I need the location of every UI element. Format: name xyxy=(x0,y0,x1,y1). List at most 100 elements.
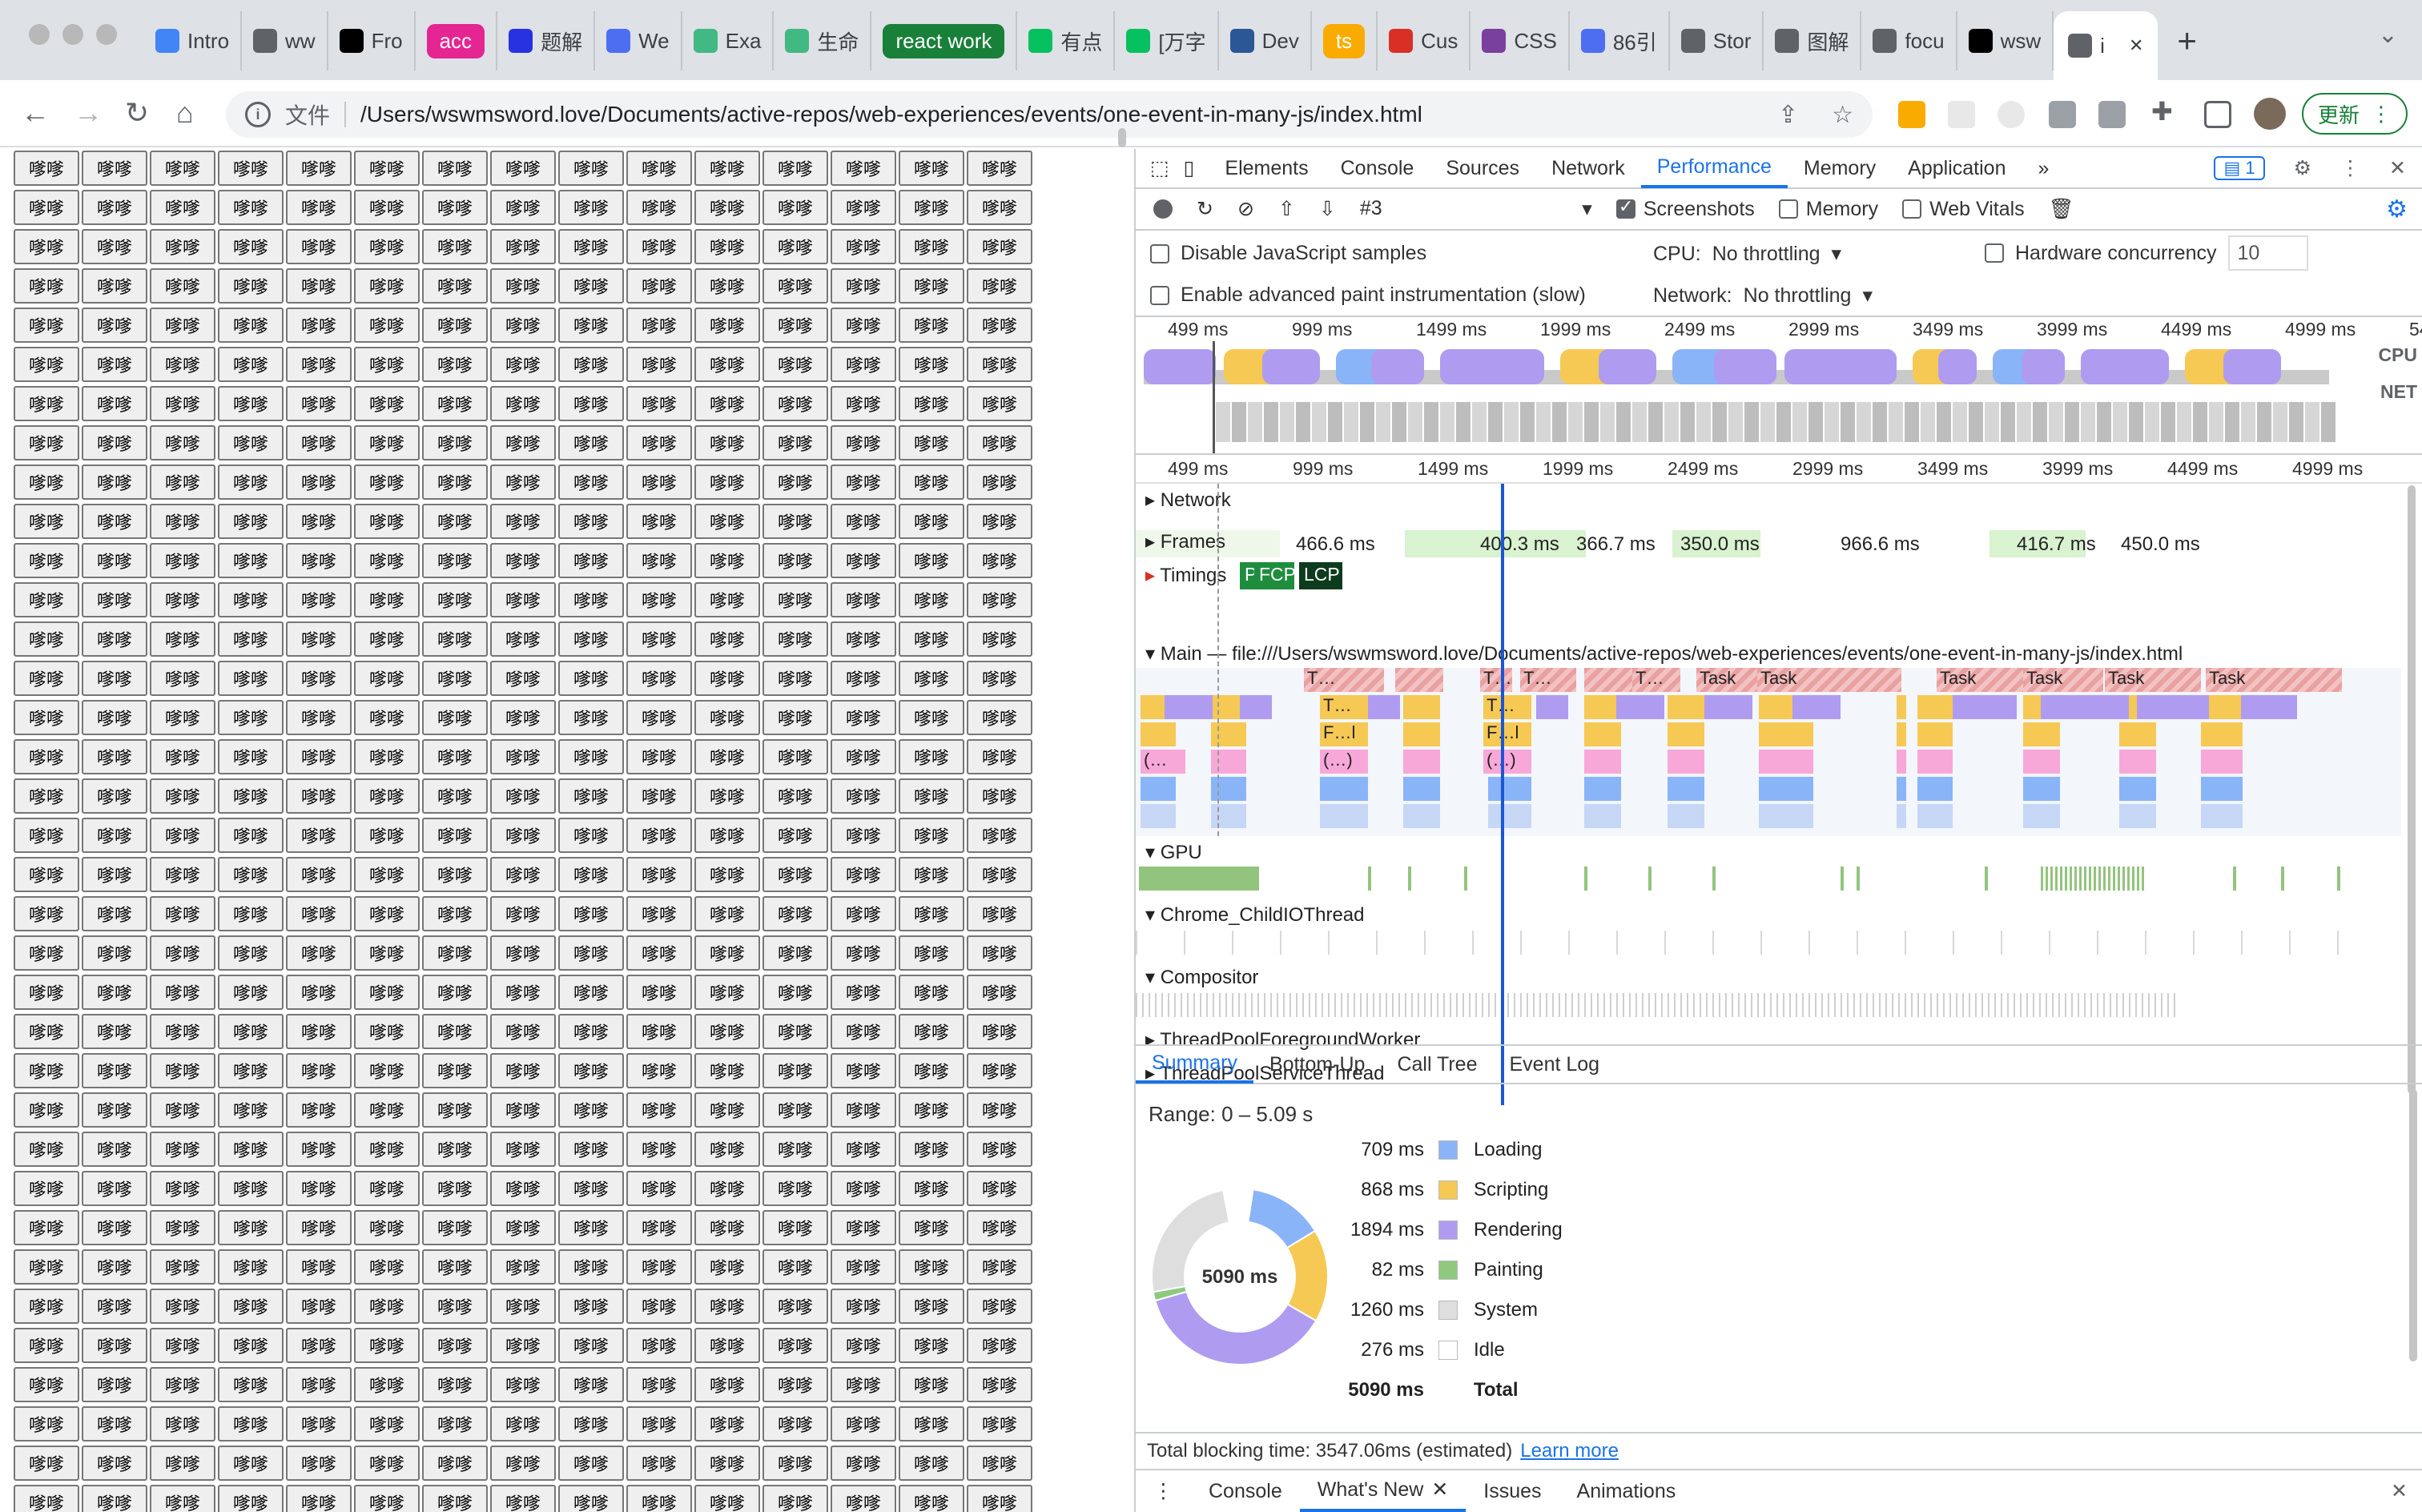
grid-button[interactable]: 嗲嗲 xyxy=(831,1092,896,1128)
info-icon[interactable]: i xyxy=(245,102,271,127)
grid-button[interactable]: 嗲嗲 xyxy=(967,1092,1032,1128)
grid-button[interactable]: 嗲嗲 xyxy=(14,1132,79,1167)
flame-task[interactable] xyxy=(2023,804,2060,828)
record-button[interactable] xyxy=(1153,199,1173,219)
browser-tab[interactable]: Dev xyxy=(1219,11,1312,70)
grid-button[interactable]: 嗲嗲 xyxy=(899,1171,964,1206)
grid-button[interactable]: 嗲嗲 xyxy=(286,896,352,931)
drawer-tab-issues[interactable]: Issues xyxy=(1466,1470,1559,1512)
grid-button[interactable]: 嗲嗲 xyxy=(626,1053,692,1088)
grid-button[interactable]: 嗲嗲 xyxy=(14,1092,79,1128)
flame-task[interactable] xyxy=(2119,804,2156,828)
grid-button[interactable]: 嗲嗲 xyxy=(286,229,352,264)
grid-button[interactable]: 嗲嗲 xyxy=(286,308,352,343)
flame-task[interactable] xyxy=(1403,750,1440,774)
grid-button[interactable]: 嗲嗲 xyxy=(422,621,488,657)
grid-button[interactable]: 嗲嗲 xyxy=(14,229,79,264)
grid-button[interactable]: 嗲嗲 xyxy=(626,975,692,1010)
grid-button[interactable]: 嗲嗲 xyxy=(831,190,896,225)
browser-tab[interactable]: 有点 xyxy=(1017,11,1116,70)
grid-button[interactable]: 嗲嗲 xyxy=(14,543,79,578)
grid-button[interactable]: 嗲嗲 xyxy=(831,935,896,971)
grid-button[interactable]: 嗲嗲 xyxy=(150,1210,215,1245)
grid-button[interactable]: 嗲嗲 xyxy=(82,582,147,617)
grid-button[interactable]: 嗲嗲 xyxy=(899,1132,964,1167)
grid-button[interactable]: 嗲嗲 xyxy=(490,308,556,343)
grid-button[interactable]: 嗲嗲 xyxy=(762,1446,828,1481)
grid-button[interactable]: 嗲嗲 xyxy=(422,190,488,225)
grid-button[interactable]: 嗲嗲 xyxy=(694,464,760,500)
browser-tab[interactable]: wsw xyxy=(1957,11,2054,70)
grid-button[interactable]: 嗲嗲 xyxy=(490,778,556,814)
grid-button[interactable]: 嗲嗲 xyxy=(218,1210,284,1245)
grid-button[interactable]: 嗲嗲 xyxy=(626,229,692,264)
overview-window-handle[interactable] xyxy=(1213,341,1215,453)
grid-button[interactable]: 嗲嗲 xyxy=(150,1249,215,1285)
playhead-cursor[interactable] xyxy=(1501,484,1504,1105)
grid-button[interactable]: 嗲嗲 xyxy=(354,504,420,539)
grid-button[interactable]: 嗲嗲 xyxy=(694,1446,760,1481)
grid-button[interactable]: 嗲嗲 xyxy=(218,700,284,735)
grid-button[interactable]: 嗲嗲 xyxy=(490,504,556,539)
grid-button[interactable]: 嗲嗲 xyxy=(354,268,420,304)
compositor-track[interactable]: ▾ Compositor xyxy=(1145,966,1258,989)
grid-button[interactable]: 嗲嗲 xyxy=(558,896,624,931)
grid-button[interactable]: 嗲嗲 xyxy=(558,1485,624,1512)
grid-button[interactable]: 嗲嗲 xyxy=(150,386,215,421)
grid-button[interactable]: 嗲嗲 xyxy=(762,1249,828,1285)
grid-button[interactable]: 嗲嗲 xyxy=(354,1406,420,1442)
browser-tab[interactable]: focu xyxy=(1861,11,1957,70)
browser-tab[interactable]: 图解 xyxy=(1764,11,1862,70)
grid-button[interactable]: 嗲嗲 xyxy=(150,818,215,853)
grid-button[interactable]: 嗲嗲 xyxy=(831,1328,896,1363)
grid-button[interactable]: 嗲嗲 xyxy=(626,308,692,343)
flame-task[interactable] xyxy=(1211,750,1246,774)
grid-button[interactable]: 嗲嗲 xyxy=(490,1289,556,1324)
grid-button[interactable]: 嗲嗲 xyxy=(354,347,420,382)
grid-button[interactable]: 嗲嗲 xyxy=(762,1485,828,1512)
grid-button[interactable]: 嗲嗲 xyxy=(286,1406,352,1442)
grid-button[interactable]: 嗲嗲 xyxy=(422,1289,488,1324)
grid-button[interactable]: 嗲嗲 xyxy=(899,700,964,735)
grid-button[interactable]: 嗲嗲 xyxy=(218,504,284,539)
grid-button[interactable]: 嗲嗲 xyxy=(82,1289,147,1324)
grid-button[interactable]: 嗲嗲 xyxy=(354,975,420,1010)
grid-button[interactable]: 嗲嗲 xyxy=(490,739,556,774)
grid-button[interactable]: 嗲嗲 xyxy=(218,1171,284,1206)
grid-button[interactable]: 嗲嗲 xyxy=(490,1446,556,1481)
grid-button[interactable]: 嗲嗲 xyxy=(694,1171,760,1206)
flame-task[interactable] xyxy=(1165,695,1213,719)
grid-button[interactable]: 嗲嗲 xyxy=(831,1446,896,1481)
grid-button[interactable]: 嗲嗲 xyxy=(14,739,79,774)
grid-button[interactable]: 嗲嗲 xyxy=(354,739,420,774)
gpu-task[interactable] xyxy=(1648,867,1652,891)
grid-button[interactable]: 嗲嗲 xyxy=(762,464,828,500)
grid-button[interactable]: 嗲嗲 xyxy=(558,1289,624,1324)
grid-button[interactable]: 嗲嗲 xyxy=(218,1053,284,1088)
devtools-tab-console[interactable]: Console xyxy=(1325,148,1430,188)
grid-button[interactable]: 嗲嗲 xyxy=(150,975,215,1010)
grid-button[interactable]: 嗲嗲 xyxy=(694,778,760,814)
grid-button[interactable]: 嗲嗲 xyxy=(422,1053,488,1088)
grid-button[interactable]: 嗲嗲 xyxy=(422,778,488,814)
grid-button[interactable]: 嗲嗲 xyxy=(82,778,147,814)
grid-button[interactable]: 嗲嗲 xyxy=(899,190,964,225)
close-window-button[interactable] xyxy=(29,24,50,45)
grid-button[interactable]: 嗲嗲 xyxy=(899,268,964,304)
drawer-tab-animations[interactable]: Animations xyxy=(1559,1470,1694,1512)
grid-button[interactable]: 嗲嗲 xyxy=(82,229,147,264)
flame-task[interactable] xyxy=(1917,695,1953,719)
grid-button[interactable]: 嗲嗲 xyxy=(82,857,147,892)
flame-task[interactable]: T… xyxy=(1632,668,1680,692)
grid-button[interactable]: 嗲嗲 xyxy=(762,935,828,971)
grid-button[interactable]: 嗲嗲 xyxy=(899,1406,964,1442)
grid-button[interactable]: 嗲嗲 xyxy=(490,1485,556,1512)
grid-button[interactable]: 嗲嗲 xyxy=(967,229,1032,264)
grid-button[interactable]: 嗲嗲 xyxy=(218,1367,284,1402)
grid-button[interactable]: 嗲嗲 xyxy=(967,778,1032,814)
grid-button[interactable]: 嗲嗲 xyxy=(558,504,624,539)
grid-button[interactable]: 嗲嗲 xyxy=(354,386,420,421)
grid-button[interactable]: 嗲嗲 xyxy=(558,1014,624,1049)
grid-button[interactable]: 嗲嗲 xyxy=(694,896,760,931)
grid-button[interactable]: 嗲嗲 xyxy=(490,1367,556,1402)
